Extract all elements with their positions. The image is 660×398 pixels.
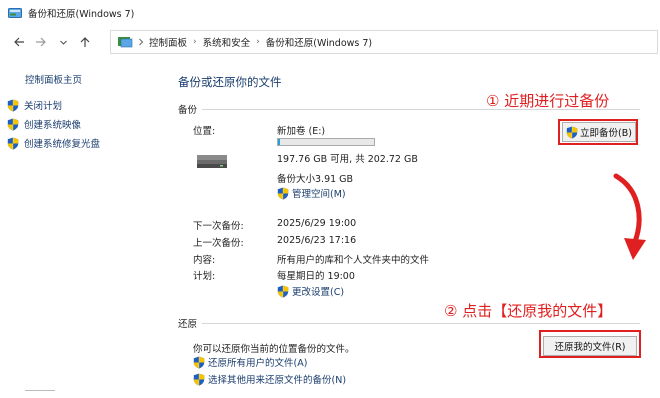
sidebar-item-create-repair-disc[interactable]: 创建系统修复光盘 (7, 136, 100, 150)
hard-drive-icon (197, 155, 227, 168)
title-bar: 备份和还原(Windows 7) (0, 0, 660, 26)
last-backup-value: 2025/6/23 17:16 (277, 235, 357, 246)
change-settings-label: 更改设置(C) (292, 287, 345, 298)
uac-shield-icon (277, 285, 289, 298)
restore-all-users-label: 还原所有用户的文件(A) (208, 358, 308, 369)
contents-value: 所有用户的库和个人文件夹中的文件 (277, 255, 430, 266)
manage-space-label: 管理空间(M) (292, 189, 346, 200)
restore-all-users-link[interactable]: 还原所有用户的文件(A) (193, 355, 307, 369)
annotation-recent-backup: ① 近期进行过备份 (486, 92, 610, 110)
free-space-text: 197.76 GB 可用, 共 202.72 GB (277, 154, 418, 165)
drive-usage-fill (278, 139, 280, 145)
red-down-arrow-icon (613, 173, 646, 260)
forward-button[interactable] (30, 31, 52, 53)
uac-shield-icon (193, 356, 205, 369)
address-bar[interactable]: 控制面板 › 系统和安全 › 备份和还原(Windows 7) (110, 30, 658, 54)
control-panel-icon (118, 37, 133, 48)
breadcrumb-control-panel[interactable]: 控制面板 (149, 35, 187, 49)
last-backup-label: 上一次备份: (193, 238, 244, 249)
backup-app-icon (8, 8, 22, 18)
sidebar-item-label: 创建系统映像 (24, 120, 82, 131)
contents-label: 内容: (193, 255, 216, 266)
sidebar: 控制面板主页 关闭计划 创建系统映像 创建系统修复光盘 (0, 58, 160, 398)
breadcrumb-backup-restore[interactable]: 备份和还原(Windows 7) (266, 35, 372, 49)
sidebar-item-turn-off-schedule[interactable]: 关闭计划 (7, 98, 62, 112)
restore-description: 你可以还原你当前的位置备份的文件。 (193, 344, 355, 355)
uac-shield-icon (193, 373, 205, 386)
annotation-click-restore: ② 点击【还原我的文件】 (444, 302, 613, 320)
breadcrumb-separator-icon (139, 38, 144, 46)
manage-space-link[interactable]: 管理空间(M) (277, 186, 346, 200)
backup-size-text: 备份大小3.91 GB (277, 174, 354, 185)
breadcrumb-separator: › (193, 37, 197, 47)
sidebar-item-label: 创建系统修复光盘 (24, 139, 101, 150)
uac-shield-icon (277, 187, 289, 200)
select-other-backup-label: 选择其他用来还原文件的备份(N) (208, 375, 347, 386)
up-arrow-icon (80, 37, 90, 47)
highlight-backup-now (558, 119, 638, 145)
uac-shield-icon (7, 118, 19, 131)
breadcrumb-system-security[interactable]: 系统和安全 (203, 35, 251, 49)
recent-locations-button[interactable] (52, 31, 74, 53)
page-title: 备份或还原你的文件 (178, 75, 282, 89)
drive-name: 新加卷 (E:) (277, 126, 326, 137)
chevron-down-icon (59, 40, 67, 45)
schedule-value: 每星期日的 19:00 (277, 271, 355, 282)
back-arrow-icon (14, 37, 24, 47)
back-button[interactable] (8, 31, 30, 53)
sidebar-item-create-system-image[interactable]: 创建系统映像 (7, 117, 81, 131)
schedule-label: 计划: (193, 271, 216, 282)
up-button[interactable] (74, 31, 96, 53)
location-label: 位置: (193, 126, 216, 137)
sidebar-item-label: 关闭计划 (24, 101, 63, 112)
next-backup-value: 2025/6/29 19:00 (277, 218, 357, 229)
change-settings-link[interactable]: 更改设置(C) (277, 284, 344, 298)
restore-section-divider (202, 323, 640, 324)
next-backup-label: 下一次备份: (193, 221, 244, 232)
restore-section-header: 还原 (178, 319, 198, 330)
navigation-bar: 控制面板 › 系统和安全 › 备份和还原(Windows 7) (0, 26, 660, 58)
select-other-backup-link[interactable]: 选择其他用来还原文件的备份(N) (193, 372, 346, 386)
breadcrumb-separator: › (256, 37, 260, 47)
highlight-restore-my-files (539, 330, 641, 358)
sidebar-divider (25, 390, 55, 394)
control-panel-home-link[interactable]: 控制面板主页 (25, 72, 82, 86)
drive-usage-bar (277, 138, 375, 146)
backup-section-header: 备份 (178, 105, 198, 116)
window-title: 备份和还原(Windows 7) (28, 9, 135, 20)
uac-shield-icon (7, 99, 19, 112)
uac-shield-icon (7, 137, 19, 150)
forward-arrow-icon (36, 37, 46, 47)
